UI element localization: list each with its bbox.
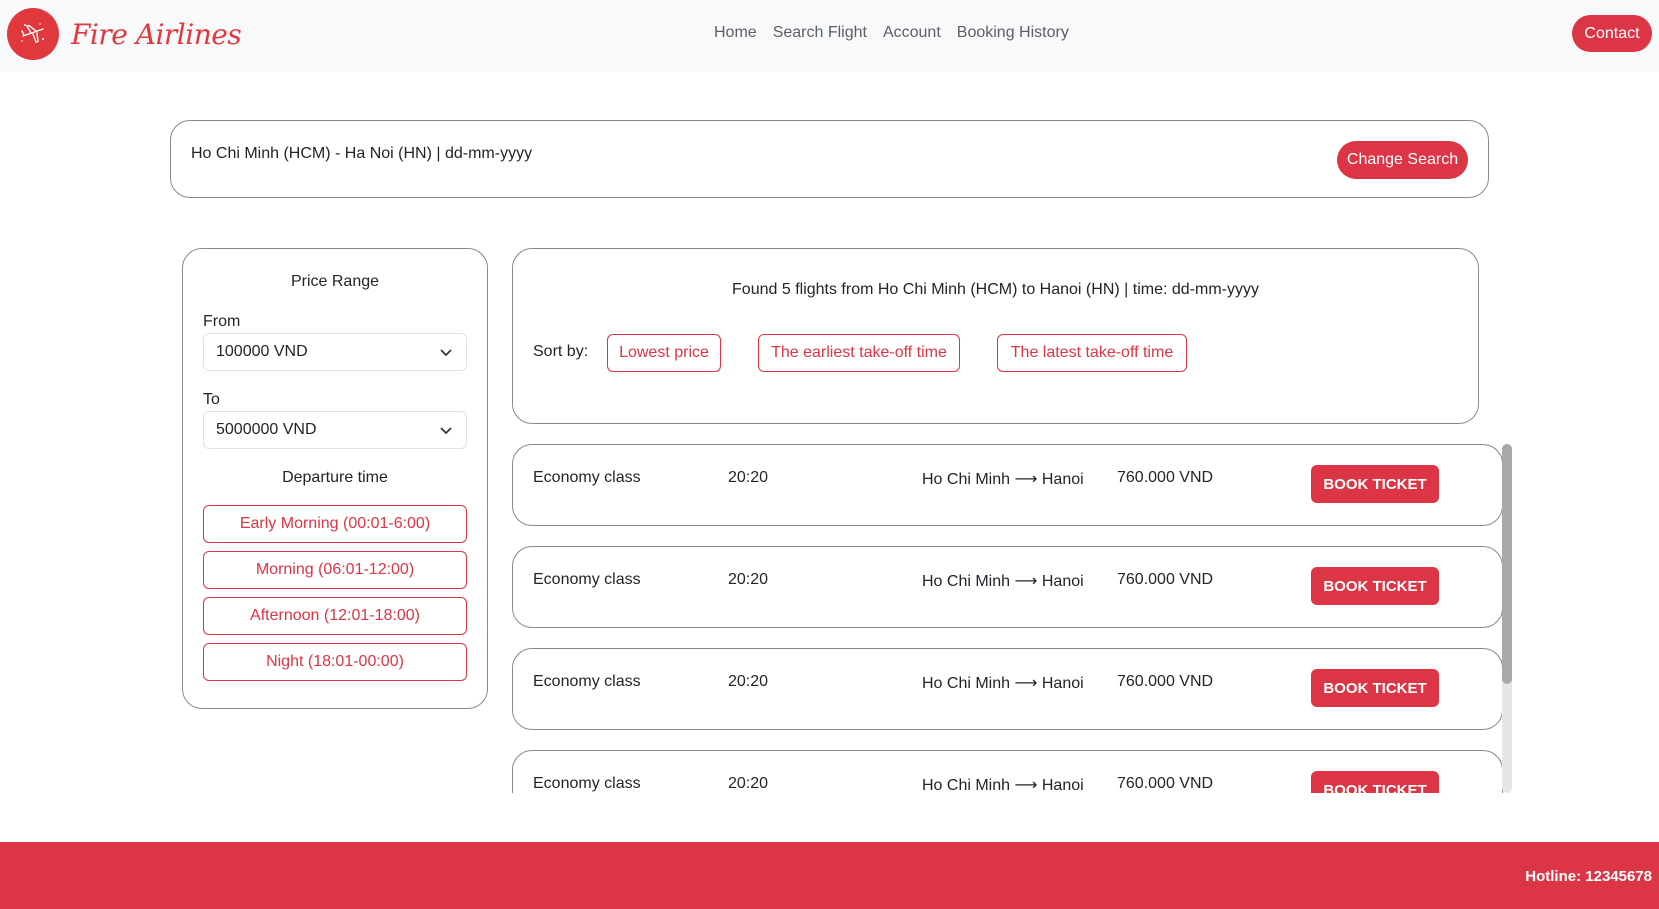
to-select[interactable]: 5000000 VND xyxy=(203,411,467,449)
time-filter-night[interactable]: Night (18:01-00:00) xyxy=(203,643,467,681)
nav-home[interactable]: Home xyxy=(714,24,757,42)
sort-earliest-takeoff[interactable]: The earliest take-off time xyxy=(758,334,960,372)
book-ticket-button[interactable]: BOOK TICKET xyxy=(1311,465,1439,503)
filter-panel: Price Range From 100000 VND To 5000000 V… xyxy=(182,248,488,709)
price-range-heading: Price Range xyxy=(290,273,380,290)
nav-links: Home Search Flight Account Booking Histo… xyxy=(714,24,1085,42)
hotline-text: Hotline: 12345678 xyxy=(1525,868,1652,885)
results-header: Found 5 flights from Ho Chi Minh (HCM) t… xyxy=(512,248,1479,424)
change-search-button[interactable]: Change Search xyxy=(1337,141,1468,179)
time-filter-afternoon[interactable]: Afternoon (12:01-18:00) xyxy=(203,597,467,635)
sort-label: Sort by: xyxy=(533,343,589,360)
book-ticket-button[interactable]: BOOK TICKET xyxy=(1311,771,1439,793)
navbar: Fire Airlines Home Search Flight Account… xyxy=(0,0,1659,72)
flight-class: Economy class xyxy=(533,571,641,588)
flight-card: Economy class 20:20 Ho Chi Minh ⟶ Hanoi … xyxy=(512,546,1503,628)
time-filter-early-morning[interactable]: Early Morning (00:01-6:00) xyxy=(203,505,467,543)
flight-route: Ho Chi Minh ⟶ Hanoi xyxy=(922,573,1084,590)
footer: Hotline: 12345678 xyxy=(0,842,1659,909)
flight-time: 20:20 xyxy=(728,673,769,690)
sort-lowest-price[interactable]: Lowest price xyxy=(607,334,721,372)
from-value: 100000 VND xyxy=(216,343,308,360)
from-select[interactable]: 100000 VND xyxy=(203,333,467,371)
brand[interactable]: Fire Airlines xyxy=(7,8,242,60)
nav-booking-history[interactable]: Booking History xyxy=(957,24,1069,42)
airplane-icon xyxy=(7,8,59,60)
flight-time: 20:20 xyxy=(728,469,769,486)
departure-time-heading: Departure time xyxy=(282,469,388,486)
flight-card: Economy class 20:20 Ho Chi Minh ⟶ Hanoi … xyxy=(512,648,1503,730)
nav-account[interactable]: Account xyxy=(883,24,941,42)
flight-price: 760.000 VND xyxy=(1117,673,1214,690)
scrollbar-thumb[interactable] xyxy=(1502,444,1512,684)
flight-card: Economy class 20:20 Ho Chi Minh ⟶ Hanoi … xyxy=(512,750,1503,793)
flight-class: Economy class xyxy=(533,775,641,792)
book-ticket-button[interactable]: BOOK TICKET xyxy=(1311,669,1439,707)
brand-name: Fire Airlines xyxy=(71,17,242,51)
to-label: To xyxy=(203,391,220,408)
search-summary-box: Ho Chi Minh (HCM) - Ha Noi (HN) | dd-mm-… xyxy=(170,120,1489,198)
flight-time: 20:20 xyxy=(728,775,769,792)
flight-class: Economy class xyxy=(533,673,641,690)
flight-price: 760.000 VND xyxy=(1117,775,1214,792)
contact-button[interactable]: Contact xyxy=(1572,15,1652,52)
flight-class: Economy class xyxy=(533,469,641,486)
flight-price: 760.000 VND xyxy=(1117,469,1214,486)
search-summary: Ho Chi Minh (HCM) - Ha Noi (HN) | dd-mm-… xyxy=(191,145,533,162)
chevron-down-icon xyxy=(440,349,452,357)
results-found-text: Found 5 flights from Ho Chi Minh (HCM) t… xyxy=(732,281,1259,298)
time-filter-morning[interactable]: Morning (06:01-12:00) xyxy=(203,551,467,589)
from-label: From xyxy=(203,313,241,330)
flight-time: 20:20 xyxy=(728,571,769,588)
chevron-down-icon xyxy=(440,427,452,435)
to-value: 5000000 VND xyxy=(216,421,317,438)
book-ticket-button[interactable]: BOOK TICKET xyxy=(1311,567,1439,605)
flight-route: Ho Chi Minh ⟶ Hanoi xyxy=(922,777,1084,793)
flight-route: Ho Chi Minh ⟶ Hanoi xyxy=(922,675,1084,692)
flight-list[interactable]: Economy class 20:20 Ho Chi Minh ⟶ Hanoi … xyxy=(512,444,1512,793)
flight-route: Ho Chi Minh ⟶ Hanoi xyxy=(922,471,1084,488)
flight-price: 760.000 VND xyxy=(1117,571,1214,588)
flight-card: Economy class 20:20 Ho Chi Minh ⟶ Hanoi … xyxy=(512,444,1503,526)
sort-latest-takeoff[interactable]: The latest take-off time xyxy=(997,334,1187,372)
nav-search-flight[interactable]: Search Flight xyxy=(773,24,867,42)
